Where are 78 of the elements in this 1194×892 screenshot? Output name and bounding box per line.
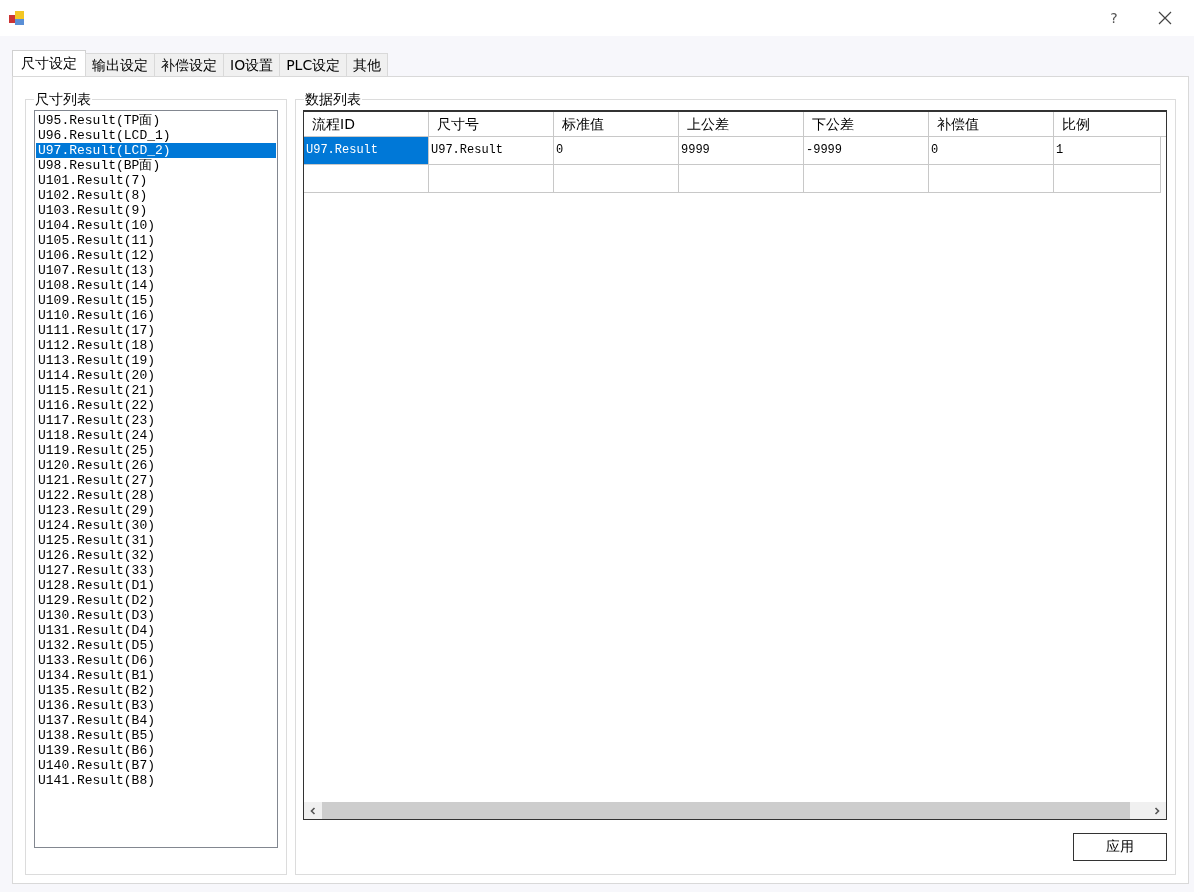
list-item[interactable]: U115.Result(21)	[36, 383, 276, 398]
list-item[interactable]: U97.Result(LCD_2)	[36, 143, 276, 158]
list-item[interactable]: U109.Result(15)	[36, 293, 276, 308]
list-item[interactable]: U104.Result(10)	[36, 218, 276, 233]
apply-button[interactable]: 应用	[1073, 833, 1167, 861]
tab[interactable]: IO设置	[223, 53, 281, 76]
list-item[interactable]: U132.Result(D5)	[36, 638, 276, 653]
list-item[interactable]: U138.Result(B5)	[36, 728, 276, 743]
list-item[interactable]: U136.Result(B3)	[36, 698, 276, 713]
tab[interactable]: 尺寸设定	[12, 50, 86, 76]
column-header[interactable]: 比例	[1054, 112, 1166, 137]
list-item[interactable]: U125.Result(31)	[36, 533, 276, 548]
empty-cell[interactable]	[554, 165, 679, 193]
list-item[interactable]: U137.Result(B4)	[36, 713, 276, 728]
tab[interactable]: 其他	[346, 53, 389, 76]
list-item[interactable]: U127.Result(33)	[36, 563, 276, 578]
list-item[interactable]: U96.Result(LCD_1)	[36, 128, 276, 143]
empty-cell[interactable]	[1054, 165, 1161, 193]
list-item[interactable]: U107.Result(13)	[36, 263, 276, 278]
list-item[interactable]: U101.Result(7)	[36, 173, 276, 188]
close-icon[interactable]	[1158, 11, 1172, 25]
column-header[interactable]: 补偿值	[929, 112, 1054, 137]
tab[interactable]: PLC设定	[279, 53, 348, 76]
list-item[interactable]: U131.Result(D4)	[36, 623, 276, 638]
list-item[interactable]: U114.Result(20)	[36, 368, 276, 383]
list-item[interactable]: U124.Result(30)	[36, 518, 276, 533]
list-item[interactable]: U133.Result(D6)	[36, 653, 276, 668]
column-header[interactable]: 上公差	[679, 112, 804, 137]
app-icon	[8, 9, 26, 27]
column-header[interactable]: 下公差	[804, 112, 929, 137]
tab[interactable]: 输出设定	[85, 53, 155, 76]
list-item[interactable]: U120.Result(26)	[36, 458, 276, 473]
group-title: 尺寸列表	[34, 90, 92, 108]
empty-cell[interactable]	[929, 165, 1054, 193]
list-item[interactable]: U139.Result(B6)	[36, 743, 276, 758]
help-button[interactable]: ?	[1104, 10, 1124, 26]
list-item[interactable]: U123.Result(29)	[36, 503, 276, 518]
list-item[interactable]: U106.Result(12)	[36, 248, 276, 263]
list-item[interactable]: U117.Result(23)	[36, 413, 276, 428]
table-cell[interactable]: U97.Result	[429, 137, 554, 165]
list-item[interactable]: U140.Result(B7)	[36, 758, 276, 773]
table-cell[interactable]: -9999	[804, 137, 929, 165]
empty-cell[interactable]	[304, 165, 429, 193]
list-item[interactable]: U111.Result(17)	[36, 323, 276, 338]
list-item[interactable]: U116.Result(22)	[36, 398, 276, 413]
list-item[interactable]: U112.Result(18)	[36, 338, 276, 353]
empty-cell[interactable]	[679, 165, 804, 193]
list-item[interactable]: U110.Result(16)	[36, 308, 276, 323]
list-item[interactable]: U126.Result(32)	[36, 548, 276, 563]
table-cell[interactable]: 1	[1054, 137, 1161, 165]
list-item[interactable]: U135.Result(B2)	[36, 683, 276, 698]
list-item[interactable]: U105.Result(11)	[36, 233, 276, 248]
list-item[interactable]: U134.Result(B1)	[36, 668, 276, 683]
list-item[interactable]: U102.Result(8)	[36, 188, 276, 203]
list-item[interactable]: U119.Result(25)	[36, 443, 276, 458]
column-header[interactable]: 尺寸号	[429, 112, 554, 137]
list-item[interactable]: U129.Result(D2)	[36, 593, 276, 608]
tab[interactable]: 补偿设定	[154, 53, 224, 76]
list-item[interactable]: U141.Result(B8)	[36, 773, 276, 788]
list-item[interactable]: U98.Result(BP面)	[36, 158, 276, 173]
table-cell[interactable]: U97.Result	[304, 137, 429, 165]
list-item[interactable]: U103.Result(9)	[36, 203, 276, 218]
list-item[interactable]: U118.Result(24)	[36, 428, 276, 443]
list-item[interactable]: U122.Result(28)	[36, 488, 276, 503]
empty-cell[interactable]	[429, 165, 554, 193]
empty-cell[interactable]	[804, 165, 929, 193]
list-item[interactable]: U113.Result(19)	[36, 353, 276, 368]
size-listbox[interactable]	[34, 110, 278, 848]
table-cell[interactable]: 9999	[679, 137, 804, 165]
table-cell[interactable]: 0	[554, 137, 679, 165]
list-item[interactable]: U95.Result(TP面)	[36, 113, 276, 128]
list-item[interactable]: U128.Result(D1)	[36, 578, 276, 593]
list-item[interactable]: U130.Result(D3)	[36, 608, 276, 623]
table-cell[interactable]: 0	[929, 137, 1054, 165]
group-title: 数据列表	[304, 90, 362, 108]
list-item[interactable]: U108.Result(14)	[36, 278, 276, 293]
list-item[interactable]: U121.Result(27)	[36, 473, 276, 488]
column-header[interactable]: 标准值	[554, 112, 679, 137]
